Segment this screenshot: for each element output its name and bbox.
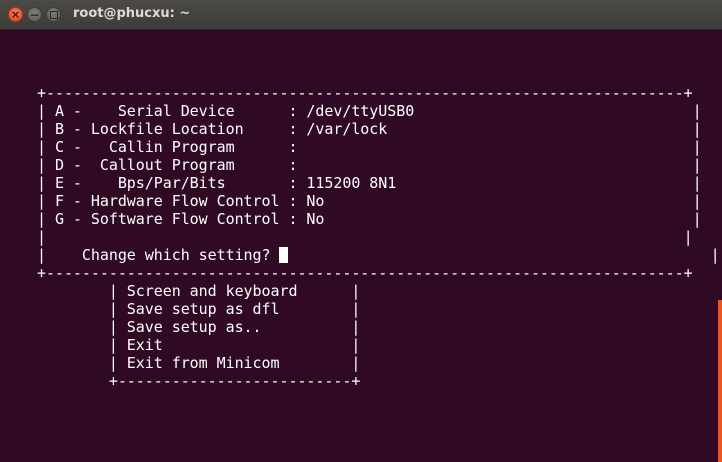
- prompt-line: | Change which setting? |: [37, 246, 720, 264]
- close-icon: ×: [10, 8, 21, 21]
- maximize-icon: [49, 10, 58, 19]
- minimize-window-button[interactable]: −: [27, 7, 42, 22]
- maximize-window-button[interactable]: [46, 7, 61, 22]
- terminal-area[interactable]: +---------------------------------------…: [0, 30, 722, 462]
- menu-row-lockfile-location: | B - Lockfile Location : /var/lock |: [37, 120, 702, 138]
- submenu-item-exit-from-minicom: | Exit from Minicom |: [37, 354, 361, 372]
- menu-row-hardware-flow-control: | F - Hardware Flow Control : No |: [37, 192, 702, 210]
- menu-row-blank: | |: [37, 228, 693, 246]
- prompt-prefix: |: [37, 246, 82, 264]
- minicom-config-screen: +---------------------------------------…: [37, 84, 720, 390]
- menu-border-bottom: +---------------------------------------…: [37, 264, 693, 282]
- prompt-suffix: |: [288, 246, 720, 264]
- menu-row-callin-program: | C - Callin Program : |: [37, 138, 702, 156]
- submenu-border-bottom: +--------------------------+: [37, 372, 361, 390]
- window-title: root@phucxu: ~: [73, 6, 191, 21]
- submenu-item-screen-and-keyboard: | Screen and keyboard |: [37, 282, 361, 300]
- menu-row-serial-device: | A - Serial Device : /dev/ttyUSB0 |: [37, 102, 702, 120]
- submenu-item-save-setup-as-dfl: | Save setup as dfl |: [37, 300, 361, 318]
- menu-row-callout-program: | D - Callout Program : |: [37, 156, 702, 174]
- prompt-text: Change which setting?: [81, 246, 280, 264]
- menu-row-bps-par-bits: | E - Bps/Par/Bits : 115200 8N1 |: [37, 174, 702, 192]
- submenu-item-save-setup-as: | Save setup as.. |: [37, 318, 361, 336]
- menu-row-software-flow-control: | G - Software Flow Control : No |: [37, 210, 702, 228]
- minimize-icon: −: [29, 7, 40, 22]
- menu-border-top: +---------------------------------------…: [37, 84, 693, 102]
- submenu-item-exit: | Exit |: [37, 336, 361, 354]
- close-window-button[interactable]: ×: [8, 7, 23, 22]
- window-titlebar[interactable]: × − root@phucxu: ~: [0, 0, 722, 30]
- scrollbar-thumb[interactable]: [718, 300, 722, 462]
